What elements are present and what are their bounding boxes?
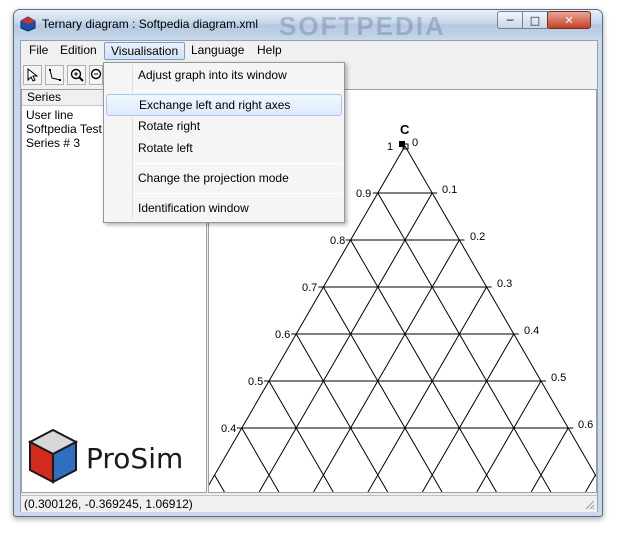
right-axis-labels: 0 0.1 0.2 0.3 0.4 0.5 0.6 — [412, 137, 593, 431]
app-icon — [20, 16, 36, 32]
menu-item-adjust-graph[interactable]: Adjust graph into its window — [106, 65, 342, 87]
diagonal-grid-line — [585, 474, 596, 493]
right-tick-label: 0.4 — [524, 325, 539, 337]
menu-language[interactable]: Language — [185, 42, 250, 60]
left-tick-label: 0.6 — [275, 329, 290, 341]
right-tick-label: 0.2 — [470, 231, 485, 243]
menu-bar: File Edition Visualisation Language Help — [21, 41, 597, 61]
series-item-series-3[interactable]: Series # 3 — [26, 136, 80, 150]
status-bar: (0.300126, -0.369245, 1.06912) — [21, 495, 597, 512]
window-title: Ternary diagram : Softpedia diagram.xml — [42, 17, 259, 31]
menu-item-rotate-left[interactable]: Rotate left — [106, 138, 342, 160]
pointer-icon — [27, 68, 38, 82]
left-tick-label: 0.5 — [248, 376, 263, 388]
left-tick-label: 0.4 — [221, 423, 236, 435]
menu-separator — [134, 193, 342, 194]
series-item-softpedia-test[interactable]: Softpedia Test — [26, 122, 102, 136]
zoom-in-icon — [70, 68, 84, 82]
close-icon: ✕ — [564, 13, 574, 27]
right-tick-label: 0.5 — [551, 372, 566, 384]
menu-item-rotate-right[interactable]: Rotate right — [106, 116, 342, 138]
menu-item-exchange-axes[interactable]: Exchange left and right axes — [106, 94, 342, 116]
diagonal-grid-line — [313, 239, 460, 493]
right-tick-label: 0.6 — [578, 419, 593, 431]
menu-separator — [134, 163, 342, 164]
right-tick-label: 0.3 — [497, 278, 512, 290]
visualisation-dropdown-menu: Adjust graph into its window Exchange le… — [103, 62, 345, 223]
right-tick-label: 0 — [412, 137, 418, 149]
diagonal-grid-line — [367, 286, 488, 493]
maximize-button[interactable]: □ — [522, 11, 548, 29]
zoom-out-icon — [90, 68, 102, 80]
title-bar[interactable]: Ternary diagram : Softpedia diagram.xml … — [14, 10, 602, 41]
left-tick-label: 1 — [387, 141, 393, 153]
menu-visualisation[interactable]: Visualisation — [104, 42, 186, 60]
left-tick-label: 0.7 — [302, 282, 317, 294]
menu-edition[interactable]: Edition — [54, 42, 103, 60]
close-button[interactable]: ✕ — [547, 11, 591, 29]
zoom-in-button[interactable] — [67, 65, 86, 85]
diagonal-grid-line — [322, 286, 443, 493]
diagonal-grid-line — [214, 474, 225, 493]
watermark: SOFTPEDIA — [279, 11, 446, 41]
status-coordinates: (0.300126, -0.369245, 1.06912) — [24, 497, 193, 511]
resize-grip-icon[interactable] — [583, 498, 595, 510]
apex-marker-label: C — [400, 122, 410, 137]
prosim-logo-icon — [28, 428, 78, 484]
minimize-icon: ─ — [506, 13, 514, 27]
left-tick-label: 0.9 — [356, 188, 371, 200]
pointer-tool-button[interactable] — [23, 65, 42, 85]
diagonal-grid-line — [295, 333, 389, 493]
zoom-out-button[interactable] — [89, 65, 103, 85]
diagonal-grid-line — [241, 427, 280, 493]
polyline-tool-button[interactable] — [45, 65, 64, 85]
left-tick-label: 0.8 — [330, 235, 345, 247]
diagonal-grid-line — [421, 333, 515, 493]
menu-help[interactable]: Help — [251, 42, 288, 60]
right-edge-line — [404, 145, 602, 488]
diagonal-grid-line — [268, 380, 334, 493]
diagonal-grid-line — [530, 427, 569, 493]
maximize-icon: □ — [529, 13, 541, 27]
diagonal-grid-line — [476, 380, 542, 493]
menu-separator — [134, 90, 342, 91]
series-item-user-line[interactable]: User line — [26, 108, 73, 122]
apex-point-icon[interactable] — [399, 141, 409, 150]
minimize-button[interactable]: ─ — [497, 11, 523, 29]
diagonal-grid-line — [377, 192, 552, 493]
logo-text: ProSim — [86, 442, 184, 475]
menu-item-projection-mode[interactable]: Change the projection mode — [106, 168, 342, 190]
menu-item-identification-window[interactable]: Identification window — [106, 198, 342, 220]
menu-file[interactable]: File — [23, 42, 54, 60]
polyline-icon — [48, 69, 61, 81]
diagonal-grid-line — [258, 192, 433, 493]
diagonal-grid-line — [350, 239, 497, 493]
right-tick-label: 0.1 — [442, 184, 457, 196]
